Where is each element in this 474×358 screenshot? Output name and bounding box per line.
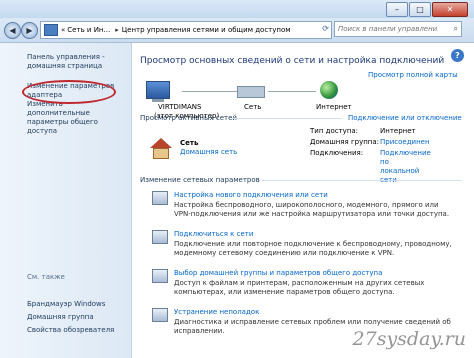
watermark: 27sysday.ru xyxy=(352,328,466,350)
window-controls: – □ ✕ xyxy=(386,2,468,17)
refresh-icon[interactable]: ⟳ xyxy=(322,24,329,33)
search-input[interactable] xyxy=(338,25,438,33)
back-button[interactable]: ◀ xyxy=(4,22,21,39)
highlight-oval xyxy=(22,80,116,104)
full-map-link[interactable]: Просмотр полной карты xyxy=(368,71,458,79)
task-homegroup-link[interactable]: Выбор домашней группы и параметров общег… xyxy=(174,269,382,277)
active-networks-title: Просмотр активных сетей xyxy=(140,114,237,122)
new-connection-icon xyxy=(152,191,168,205)
address-bar[interactable]: « Сеть и Ин... ▸ Центр управления сетями… xyxy=(40,21,332,39)
sidebar-item-internet-options[interactable]: Свойства обозревателя xyxy=(27,326,127,335)
address-row: ◀ ▶ « Сеть и Ин... ▸ Центр управления се… xyxy=(0,18,474,43)
computer-icon xyxy=(146,81,170,99)
control-panel-icon xyxy=(44,24,58,36)
breadcrumb-separator[interactable]: ▸ xyxy=(115,26,119,34)
map-internet[interactable] xyxy=(320,81,338,99)
task-connect-desc: Подключение или повторное подключение к … xyxy=(174,240,452,257)
sidebar-item-homegroup[interactable]: Домашняя группа xyxy=(27,313,127,322)
see-also-title: См. также xyxy=(27,273,65,281)
network-name: Сеть xyxy=(180,139,199,147)
search-box[interactable]: ⌕ xyxy=(334,21,462,37)
task-new-connection-link[interactable]: Настройка нового подключения или сети xyxy=(174,191,328,199)
task-new-connection-desc: Настройка беспроводного, широкополосного… xyxy=(174,201,450,218)
forward-button[interactable]: ▶ xyxy=(21,22,38,39)
task-troubleshoot-link[interactable]: Устранение неполадок xyxy=(174,308,259,316)
task-connect-link[interactable]: Подключиться к сети xyxy=(174,230,253,238)
map-internet-label: Интернет xyxy=(316,103,352,111)
control-panel-window: – □ ✕ ◀ ▶ « Сеть и Ин... ▸ Центр управле… xyxy=(0,0,474,358)
change-settings-title: Изменение сетевых параметров xyxy=(140,176,260,184)
map-computer-name: VIRTDIMANS xyxy=(158,103,202,111)
minimize-button[interactable]: – xyxy=(386,2,408,17)
main-content: ? Просмотр основных сведений о сети и на… xyxy=(132,43,474,358)
maximize-button[interactable]: □ xyxy=(409,2,431,17)
homegroup-value[interactable]: Присоединен xyxy=(380,138,430,146)
homegroup-icon xyxy=(152,269,168,283)
map-computer[interactable] xyxy=(146,81,170,102)
globe-icon xyxy=(320,81,338,99)
page-title: Просмотр основных сведений о сети и наст… xyxy=(140,56,445,66)
sidebar-item-firewall[interactable]: Брандмауэр Windows xyxy=(27,300,127,309)
title-bar: – □ ✕ xyxy=(0,0,474,18)
access-type-label: Тип доступа: xyxy=(310,127,359,135)
sidebar-item-home[interactable]: Панель управления - домашняя страница xyxy=(27,53,127,71)
map-network[interactable] xyxy=(237,81,265,101)
breadcrumb-network[interactable]: Сеть и Ин... xyxy=(67,26,110,34)
close-button[interactable]: ✕ xyxy=(432,2,468,17)
sidebar-item-sharing-settings[interactable]: Изменить дополнительные параметры общего… xyxy=(27,100,127,136)
breadcrumb-network-center[interactable]: Центр управления сетями и общим доступом xyxy=(122,26,291,34)
connect-network-icon xyxy=(152,230,168,244)
network-type-link[interactable]: Домашняя сеть xyxy=(180,148,237,156)
breadcrumb-overflow[interactable]: « xyxy=(61,26,65,34)
network-icon xyxy=(237,86,265,98)
help-icon[interactable]: ? xyxy=(451,49,464,62)
search-icon[interactable]: ⌕ xyxy=(454,24,458,34)
connect-disconnect-link[interactable]: Подключение или отключение xyxy=(348,114,462,122)
access-type-value: Интернет xyxy=(380,127,416,135)
homegroup-label: Домашняя группа: xyxy=(310,138,380,146)
troubleshoot-icon xyxy=(152,308,168,322)
connections-label: Подключения: xyxy=(310,149,364,157)
home-network-icon xyxy=(150,138,172,160)
task-homegroup-desc: Доступ к файлам и принтерам, расположенн… xyxy=(174,279,425,296)
map-network-label: Сеть xyxy=(244,103,262,111)
